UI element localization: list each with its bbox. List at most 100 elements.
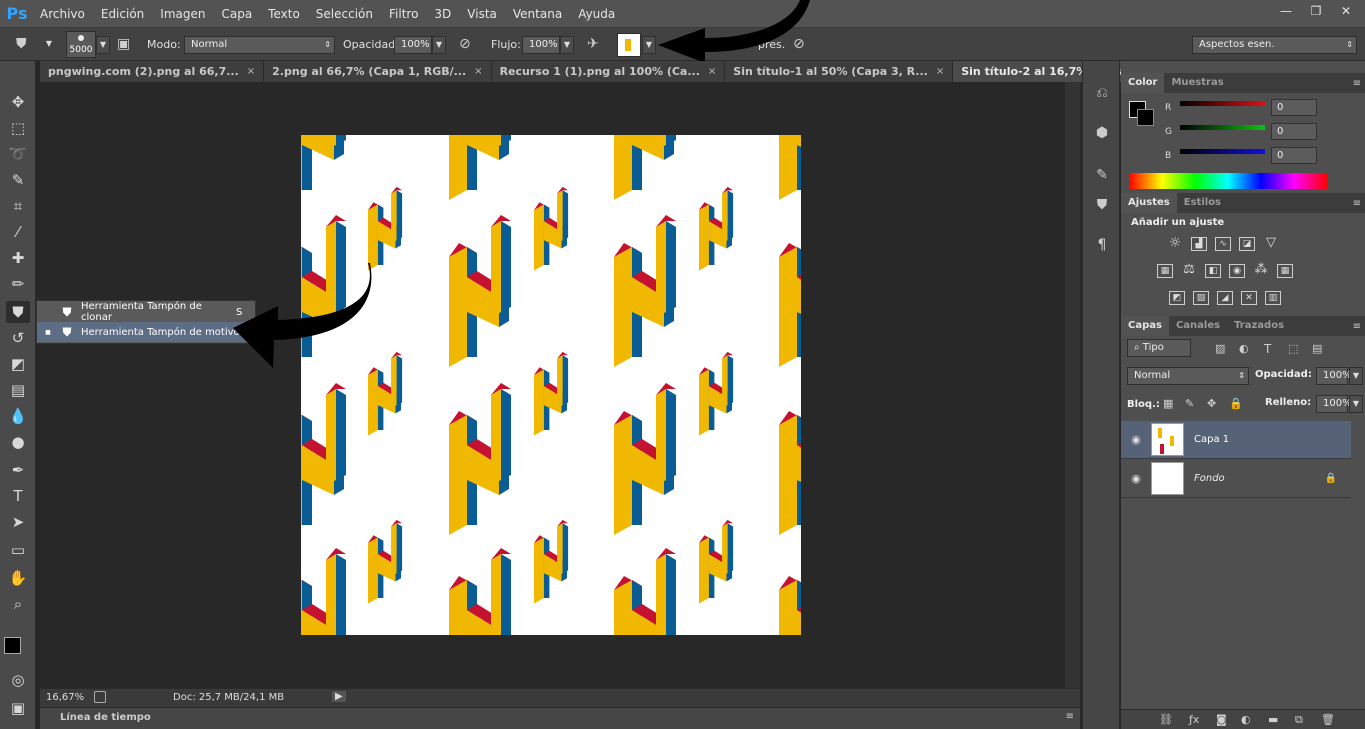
menu-filtro[interactable]: Filtro: [381, 7, 426, 21]
marquee-tool-icon[interactable]: ⬚: [6, 117, 30, 139]
tab-recurso[interactable]: Recurso 1 (1).png al 100% (Ca... ×: [491, 61, 726, 82]
new-layer-icon[interactable]: ⧉: [1295, 713, 1303, 727]
stamp-tool-icon[interactable]: ⛊: [6, 301, 30, 323]
type-tool-icon[interactable]: T: [6, 485, 30, 507]
close-button[interactable]: ✕: [1333, 2, 1359, 20]
brush-tool-icon[interactable]: ✏: [6, 273, 30, 295]
exposure-icon[interactable]: ◪: [1239, 237, 1255, 251]
channel-mixer-icon[interactable]: ⁂: [1253, 263, 1269, 278]
color-background-swatch[interactable]: [1137, 109, 1154, 126]
dodge-tool-icon[interactable]: ●: [6, 431, 30, 453]
tab-pngwing[interactable]: pngwing.com (2).png al 66,7... ×: [40, 61, 265, 82]
menu-3d[interactable]: 3D: [426, 7, 459, 21]
lasso-tool-icon[interactable]: ➰: [6, 143, 30, 165]
fill-field[interactable]: 100%: [1316, 395, 1352, 413]
b-value[interactable]: 0: [1271, 147, 1317, 164]
document-scrollbar[interactable]: [1065, 82, 1080, 688]
lock-position-icon[interactable]: ✥: [1207, 397, 1216, 411]
pen-tool-icon[interactable]: ✒: [6, 459, 30, 481]
panel-menu-icon[interactable]: ≡: [1353, 321, 1361, 332]
layer-row-fondo[interactable]: ◉ Fondo 🔒: [1121, 460, 1351, 498]
eyedropper-icon[interactable]: ⁄: [6, 221, 30, 243]
brush-preview[interactable]: 5000: [66, 31, 96, 58]
fx-icon[interactable]: ƒx: [1189, 713, 1199, 727]
vibrance-icon[interactable]: ▽: [1263, 236, 1279, 251]
tab-ajustes[interactable]: Ajustes: [1121, 193, 1177, 213]
history-brush-icon[interactable]: ↺: [6, 327, 30, 349]
paragraph-panel-icon[interactable]: ¶: [1091, 237, 1113, 259]
g-value[interactable]: 0: [1271, 123, 1317, 140]
b-slider[interactable]: [1180, 149, 1265, 154]
zoom-tool-icon[interactable]: ⌕: [6, 593, 30, 615]
menu-archivo[interactable]: Archivo: [32, 7, 93, 21]
black-white-icon[interactable]: ◧: [1205, 264, 1221, 278]
menu-seleccion[interactable]: Selección: [308, 7, 381, 21]
levels-icon[interactable]: ▟: [1191, 237, 1207, 251]
document-canvas[interactable]: [301, 135, 801, 635]
close-icon[interactable]: ×: [708, 66, 716, 77]
clone-source-icon[interactable]: ⛊: [1091, 197, 1113, 219]
visibility-eye-icon[interactable]: ◉: [1121, 472, 1151, 485]
close-icon[interactable]: ×: [247, 66, 255, 77]
tab-2png[interactable]: 2.png al 66,7% (Capa 1, RGB/... ×: [264, 61, 492, 82]
flyout-item-clone-stamp[interactable]: ⛊ Herramienta Tampón de clonar S: [37, 301, 255, 323]
brush-panel-icon[interactable]: ▣: [117, 37, 130, 51]
brush-presets-icon[interactable]: ✎: [1091, 167, 1113, 189]
layer-filter-select[interactable]: ⌕ Tipo: [1127, 339, 1191, 357]
blur-tool-icon[interactable]: 💧: [6, 405, 30, 427]
opacity-dropdown[interactable]: ▼: [432, 36, 446, 54]
opacity-field[interactable]: 100%: [394, 36, 432, 54]
tab-capas[interactable]: Capas: [1121, 316, 1169, 336]
tab-muestras[interactable]: Muestras: [1164, 73, 1230, 93]
tab-estilos[interactable]: Estilos: [1177, 193, 1228, 213]
lock-transparent-icon[interactable]: ▦: [1163, 397, 1173, 411]
panel-menu-icon[interactable]: ≡: [1353, 198, 1361, 209]
filter-adjust-icon[interactable]: ◐: [1239, 342, 1249, 356]
lock-pixels-icon[interactable]: ✎: [1185, 397, 1194, 411]
path-selection-icon[interactable]: ➤: [6, 511, 30, 533]
pattern-picker[interactable]: [617, 33, 641, 57]
panel-menu-icon[interactable]: ≡: [1353, 78, 1361, 89]
gradient-tool-icon[interactable]: ▤: [6, 379, 30, 401]
menu-imagen[interactable]: Imagen: [152, 7, 213, 21]
color-lookup-icon[interactable]: ▦: [1277, 264, 1293, 278]
hand-tool-icon[interactable]: ✋: [6, 567, 30, 589]
filter-smart-icon[interactable]: ▤: [1312, 342, 1322, 356]
menu-ventana[interactable]: Ventana: [505, 7, 570, 21]
move-tool-icon[interactable]: ✥: [6, 91, 30, 113]
selective-color-icon[interactable]: ✕: [1241, 291, 1257, 305]
layer-row-capa-1[interactable]: ◉ Capa 1: [1121, 421, 1351, 459]
color-balance-icon[interactable]: ⚖: [1181, 263, 1197, 278]
menu-vista[interactable]: Vista: [459, 7, 505, 21]
layer-opacity-field[interactable]: 100%: [1316, 367, 1352, 385]
healing-brush-icon[interactable]: ✚: [6, 247, 30, 269]
visibility-eye-icon[interactable]: ◉: [1121, 433, 1151, 446]
panel-menu-icon[interactable]: ≡: [1066, 711, 1074, 722]
new-group-icon[interactable]: ▬: [1268, 713, 1278, 727]
tab-trazados[interactable]: Trazados: [1227, 316, 1291, 336]
crop-tool-icon[interactable]: ⌗: [6, 195, 30, 217]
timeline-label[interactable]: Línea de tiempo: [60, 712, 151, 723]
r-value[interactable]: 0: [1271, 99, 1317, 116]
layer-opacity-dropdown[interactable]: ▼: [1349, 367, 1363, 385]
filter-shape-icon[interactable]: ⬚: [1288, 342, 1298, 356]
eraser-tool-icon[interactable]: ◩: [6, 353, 30, 375]
status-menu-icon[interactable]: ▶: [332, 691, 346, 702]
lock-all-icon[interactable]: 🔒: [1229, 397, 1243, 411]
quick-selection-icon[interactable]: ✎: [6, 169, 30, 191]
stamp-tool-preset-icon[interactable]: ⛊: [16, 37, 27, 51]
curves-icon[interactable]: ∿: [1215, 237, 1231, 251]
brush-dropdown[interactable]: ▼: [96, 36, 110, 54]
airbrush-icon[interactable]: ✈: [587, 37, 599, 51]
rectangle-tool-icon[interactable]: ▭: [6, 539, 30, 561]
quick-mask-icon[interactable]: ◎: [6, 669, 30, 691]
menu-capa[interactable]: Capa: [213, 7, 260, 21]
history-panel-icon[interactable]: ⎌: [1091, 85, 1113, 107]
add-mask-icon[interactable]: ◙: [1216, 713, 1227, 727]
link-layers-icon[interactable]: ⛓: [1159, 713, 1173, 727]
workspace-select[interactable]: Aspectos esen. ⇕: [1192, 36, 1357, 54]
color-spectrum[interactable]: [1129, 173, 1327, 189]
photo-filter-icon[interactable]: ◉: [1229, 264, 1245, 278]
flow-dropdown[interactable]: ▼: [560, 36, 574, 54]
new-adjustment-icon[interactable]: ◐: [1241, 713, 1251, 727]
